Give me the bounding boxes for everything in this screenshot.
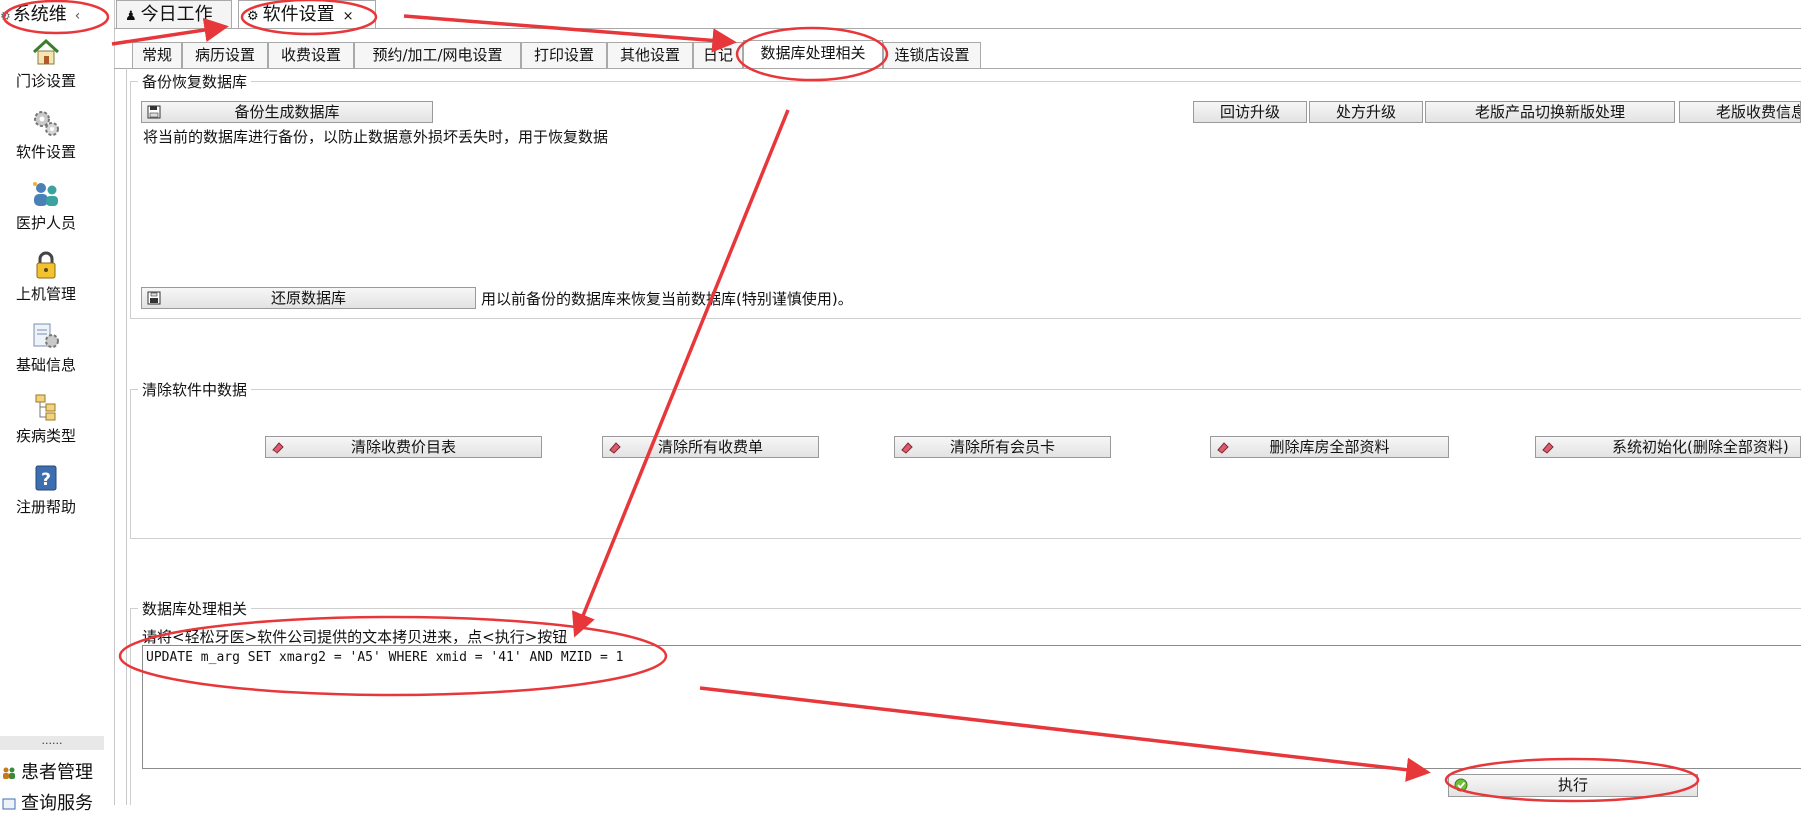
sidebar-item-label: 注册帮助 <box>15 498 76 516</box>
sidebar-item-label: 上机管理 <box>15 285 76 303</box>
clear-member-cards-button[interactable]: 清除所有会员卡 <box>894 436 1111 458</box>
delete-warehouse-data-button[interactable]: 删除库房全部资料 <box>1210 436 1449 458</box>
sql-instruction: 请将<轻松牙医>软件公司提供的文本拷贝进来，点<执行>按钮 <box>142 628 568 646</box>
sidebar-item-patient-management[interactable]: 患者管理 <box>2 758 93 784</box>
sidebar-item-registration-help[interactable]: ? 注册帮助 <box>6 464 86 517</box>
sidebar-splitter[interactable]: ...... <box>0 735 104 750</box>
tab-print-settings[interactable]: 打印设置 <box>521 42 607 68</box>
tab-charge-settings[interactable]: 收费设置 <box>268 42 354 68</box>
sidebar-item-label: 患者管理 <box>21 762 93 783</box>
lock-icon <box>36 251 56 279</box>
prescription-upgrade-button[interactable]: 处方升级 <box>1309 101 1423 123</box>
restore-database-button[interactable]: 还原数据库 <box>141 287 476 309</box>
restore-description: 用以前备份的数据库来恢复当前数据库(特别谨慎使用)。 <box>481 290 853 308</box>
sidebar-item-medical-staff[interactable]: 医护人员 <box>6 180 86 233</box>
sidebar-item-login-management[interactable]: 上机管理 <box>6 251 86 304</box>
eraser-icon <box>901 442 913 454</box>
tab-medical-record[interactable]: 病历设置 <box>182 42 268 68</box>
sidebar-item-label: 门诊设置 <box>15 72 76 90</box>
tab-appointment[interactable]: 预约/加工/网电设置 <box>354 42 521 68</box>
tab-diary[interactable]: 日记 <box>693 42 743 68</box>
backup-description: 将当前的数据库进行备份，以防止数据意外损坏丢失时，用于恢复数据 <box>143 128 609 146</box>
tab-chain-store[interactable]: 连锁店设置 <box>883 42 981 68</box>
sidebar-title-text: 系统维 <box>12 4 67 25</box>
clear-data-group-title: 清除软件中数据 <box>138 379 252 400</box>
tab-label: 软件设置 <box>262 4 335 25</box>
eraser-icon <box>609 442 621 454</box>
sidebar-item-query-service[interactable]: 查询服务 <box>2 789 93 815</box>
gear-icon: ⚙ <box>0 9 11 23</box>
sidebar-item-basic-info[interactable]: 基础信息 <box>6 322 86 375</box>
backup-database-button[interactable]: 备份生成数据库 <box>141 101 433 123</box>
help-icon: ? <box>35 465 57 491</box>
close-icon[interactable]: × <box>343 9 354 24</box>
tab-label: 今日工作 <box>140 4 213 25</box>
button-label: 还原数据库 <box>270 289 346 307</box>
sidebar: ⚙ 系统维 ‹ 门诊设置 软件设置 医护人员 上机管理 基础信息 疾病类型 ? 注册… <box>0 0 115 814</box>
collapse-chevron-icon[interactable]: ‹ <box>75 8 81 24</box>
button-label: 执行 <box>1557 776 1588 794</box>
gears-icon <box>34 111 59 136</box>
sidebar-item-clinic-settings[interactable]: 门诊设置 <box>6 38 86 91</box>
clear-all-receipts-button[interactable]: 清除所有收费单 <box>602 436 819 458</box>
button-label: 清除所有收费单 <box>657 438 763 456</box>
info-gear-icon <box>33 323 59 348</box>
database-group-title: 数据库处理相关 <box>138 598 252 619</box>
gear-icon: ⚙ <box>247 9 259 24</box>
tab-software-settings[interactable]: ⚙ 软件设置 × <box>238 0 376 28</box>
check-icon <box>1454 778 1468 792</box>
eraser-icon <box>272 442 284 454</box>
legacy-switch-button[interactable]: 老版产品切换新版处理 <box>1425 101 1675 123</box>
button-label: 删除库房全部资料 <box>1269 438 1390 456</box>
execute-button[interactable]: 执行 <box>1448 774 1698 797</box>
sidebar-item-label: 软件设置 <box>15 143 76 161</box>
restore-icon <box>147 291 161 305</box>
system-init-button[interactable]: 系统初始化(删除全部资料) <box>1535 436 1801 458</box>
sidebar-item-label: 医护人员 <box>15 214 76 232</box>
tab-today-work[interactable]: ♟ 今日工作 <box>116 0 232 28</box>
button-label: 清除所有会员卡 <box>949 438 1055 456</box>
sidebar-item-disease-types[interactable]: 疾病类型 <box>6 393 86 446</box>
sidebar-title[interactable]: ⚙ 系统维 ‹ <box>0 2 80 28</box>
followup-upgrade-button[interactable]: 回访升级 <box>1193 101 1307 123</box>
tab-strip-divider <box>114 28 1801 29</box>
sql-input[interactable]: UPDATE m_arg SET xmarg2 = 'A5' WHERE xmi… <box>142 645 1801 769</box>
tree-icon <box>35 394 56 421</box>
sidebar-item-software-settings[interactable]: 软件设置 <box>6 109 86 162</box>
tab-database[interactable]: 数据库处理相关 <box>743 40 883 68</box>
content-border <box>126 68 127 805</box>
legacy-charge-info-button[interactable]: 老版收费信息 <box>1679 101 1801 123</box>
eraser-icon <box>1217 442 1229 454</box>
button-label: 备份生成数据库 <box>234 103 340 121</box>
tab-other-settings[interactable]: 其他设置 <box>607 42 693 68</box>
patients-icon <box>3 767 15 779</box>
eraser-icon <box>1542 442 1554 454</box>
tab-general[interactable]: 常规 <box>132 42 182 68</box>
save-icon <box>147 105 161 119</box>
button-label: 系统初始化(删除全部资料) <box>1612 438 1789 456</box>
annotation-arrow <box>403 14 737 53</box>
tab-strip-line <box>114 68 1801 69</box>
svg-text:?: ? <box>41 470 51 490</box>
people-icon <box>33 182 58 206</box>
query-icon <box>2 798 16 810</box>
house-icon <box>32 38 60 65</box>
sidebar-item-label: 疾病类型 <box>15 427 76 445</box>
person-icon: ♟ <box>125 9 137 24</box>
sidebar-item-label: 查询服务 <box>21 793 93 814</box>
backup-group-title: 备份恢复数据库 <box>138 71 252 92</box>
sidebar-item-label: 基础信息 <box>15 356 76 374</box>
button-label: 清除收费价目表 <box>350 438 456 456</box>
clear-data-group <box>130 389 1801 539</box>
clear-price-list-button[interactable]: 清除收费价目表 <box>265 436 542 458</box>
